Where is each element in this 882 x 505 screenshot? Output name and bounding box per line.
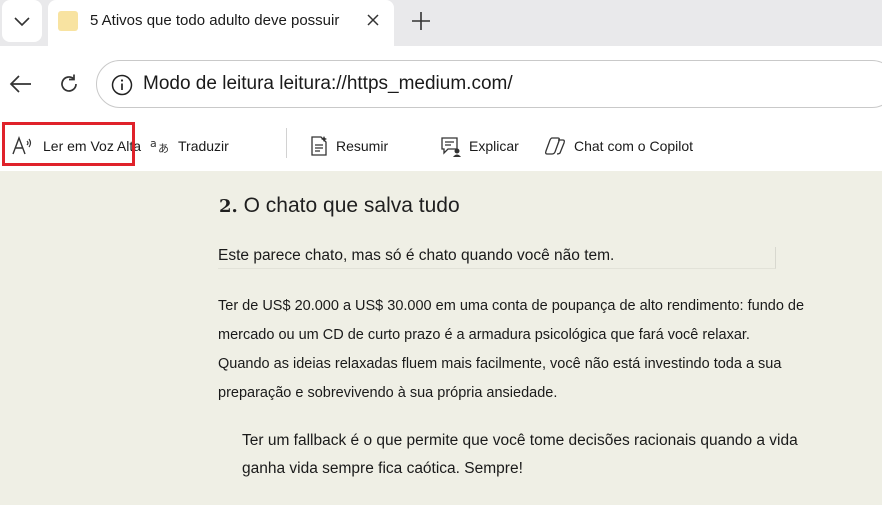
navigation-bar: Modo de leitura leitura://https_medium.c…: [0, 46, 882, 116]
read-aloud-button[interactable]: Ler em Voz Alta: [12, 130, 141, 162]
tab-title: 5 Ativos que todo adulto deve possuir: [90, 12, 340, 29]
tab-strip: 5 Ativos que todo adulto deve possuir: [0, 0, 882, 46]
svg-text:あ: あ: [158, 142, 169, 155]
browser-tab[interactable]: 5 Ativos que todo adulto deve possuir: [48, 0, 394, 46]
read-aloud-icon: [12, 136, 32, 155]
back-button[interactable]: [5, 68, 37, 100]
intro-paragraph: Este parece chato, mas só é chato quando…: [218, 247, 776, 269]
section-heading: 2. O chato que salva tudo: [219, 194, 460, 218]
body-line: mercado ou um CD de curto prazo é a arma…: [218, 327, 750, 343]
reader-content: 2. O chato que salva tudo Este parece ch…: [0, 171, 882, 505]
explain-icon: [441, 137, 461, 157]
refresh-button[interactable]: [53, 68, 85, 100]
body-line: Ter de US$ 20.000 a US$ 30.000 em uma co…: [218, 298, 805, 314]
summarize-label: Resumir: [336, 138, 389, 154]
translate-icon: aあ: [150, 137, 169, 155]
copilot-icon: [545, 137, 565, 155]
svg-text:a: a: [150, 137, 157, 150]
copilot-chat-button[interactable]: Chat com o Copilot: [544, 130, 693, 162]
quote-line: ganha vida sempre fica caótica. Sempre!: [242, 460, 523, 477]
refresh-icon: [61, 74, 77, 92]
explain-button[interactable]: Explicar: [440, 130, 519, 162]
close-tab-button[interactable]: [361, 8, 385, 32]
reader-toolbar: Ler em Voz Alta aあ Traduzir Resumir Expl…: [0, 116, 882, 171]
new-tab-button[interactable]: [404, 4, 438, 38]
quote-paragraph: Ter um fallback é o que permite que você…: [242, 427, 822, 483]
body-paragraph: Ter de US$ 20.000 a US$ 30.000 em uma co…: [218, 292, 818, 408]
tab-list-button[interactable]: [2, 0, 42, 42]
site-info-icon[interactable]: [111, 74, 133, 96]
chat-label: Chat com o Copilot: [574, 138, 694, 154]
explain-label: Explicar: [469, 138, 519, 154]
read-aloud-label: Ler em Voz Alta: [43, 138, 142, 154]
section-number: 2.: [219, 196, 238, 217]
back-arrow-icon: [9, 75, 31, 93]
quote-line: Ter um fallback é o que permite que você…: [242, 432, 798, 449]
body-line: preparação e sobrevivendo à sua própria …: [218, 385, 558, 401]
translate-label: Traduzir: [178, 138, 229, 154]
body-line: Quando as ideias relaxadas fluem mais fa…: [218, 356, 782, 372]
plus-icon: [412, 12, 430, 30]
page-favicon-icon: [58, 11, 78, 31]
address-bar[interactable]: Modo de leitura leitura://https_medium.c…: [96, 60, 882, 108]
toolbar-divider: [286, 128, 287, 158]
chevron-down-icon: [14, 17, 30, 27]
translate-button[interactable]: aあ Traduzir: [150, 130, 229, 162]
section-title: O chato que salva tudo: [243, 194, 460, 217]
address-text: Modo de leitura leitura://https_medium.c…: [143, 73, 513, 94]
summarize-icon: [311, 136, 327, 156]
close-icon: [367, 14, 379, 26]
summarize-button[interactable]: Resumir: [309, 130, 388, 162]
